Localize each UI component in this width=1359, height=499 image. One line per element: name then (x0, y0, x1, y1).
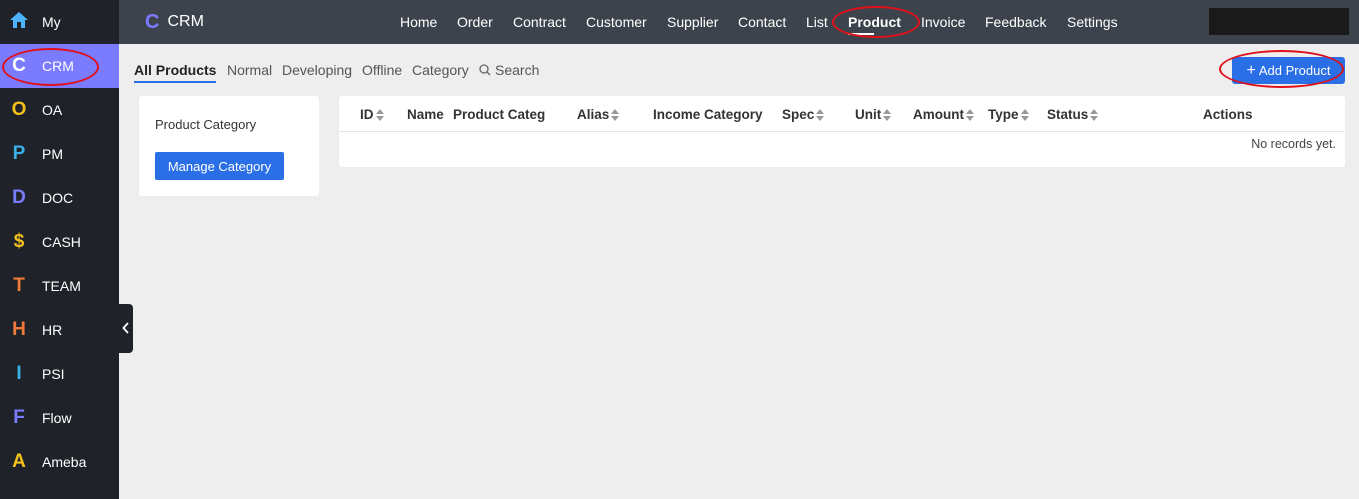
tab-offline[interactable]: Offline (362, 62, 402, 78)
sidebar-item-label: CASH (42, 234, 81, 250)
home-icon (9, 11, 29, 34)
manage-category-button[interactable]: Manage Category (155, 152, 284, 180)
sidebar-item-label: CRM (42, 58, 74, 74)
sidebar-item-cash[interactable]: $ CASH (0, 220, 119, 264)
sidebar-item-flow[interactable]: F Flow (0, 396, 119, 440)
sort-icon[interactable] (1090, 108, 1099, 121)
app-brand: C CRM (145, 0, 204, 44)
nav-feedback[interactable]: Feedback (985, 14, 1046, 30)
pm-icon: P (12, 143, 26, 164)
column-header-id[interactable]: ID (360, 107, 384, 122)
column-header-unit[interactable]: Unit (855, 107, 892, 122)
sort-icon[interactable] (611, 108, 620, 121)
add-product-button[interactable]: + Add Product (1232, 57, 1345, 84)
ameba-icon: A (12, 451, 26, 472)
nav-contract[interactable]: Contract (513, 14, 566, 30)
search-button[interactable]: Search (479, 62, 539, 78)
tab-category[interactable]: Category (412, 62, 469, 78)
sidebar-item-label: DOC (42, 190, 74, 206)
sort-icon[interactable] (1020, 108, 1029, 121)
sidebar-collapse-button[interactable] (119, 304, 133, 353)
column-header-alias[interactable]: Alias (577, 107, 620, 122)
column-header-status[interactable]: Status (1047, 107, 1099, 122)
column-header-spec[interactable]: Spec (782, 107, 825, 122)
column-header-income-category: Income Category (653, 107, 763, 122)
nav-invoice[interactable]: Invoice (921, 14, 965, 30)
nav-list[interactable]: List (806, 14, 828, 30)
app-title: CRM (167, 13, 204, 30)
oa-icon: O (11, 99, 27, 120)
sort-icon[interactable] (816, 108, 825, 121)
empty-table-message: No records yet. (1251, 137, 1336, 151)
sidebar-item-label: Ameba (42, 454, 87, 470)
chevron-left-icon (122, 321, 130, 337)
tab-active-underline (134, 81, 216, 83)
search-label: Search (495, 62, 540, 78)
crm-icon: C (12, 55, 26, 76)
sidebar-item-doc[interactable]: D DOC (0, 176, 119, 220)
sort-icon[interactable] (375, 108, 384, 121)
sidebar-item-hr[interactable]: H HR (0, 308, 119, 352)
sidebar-item-crm[interactable]: C CRM (0, 44, 119, 88)
sidebar-item-label: HR (42, 322, 63, 338)
column-header-amount[interactable]: Amount (913, 107, 974, 122)
nav-customer[interactable]: Customer (586, 14, 647, 30)
table-header-row: ID Name Product Categ Alias Income Categ… (339, 96, 1345, 132)
nav-home[interactable]: Home (400, 14, 437, 30)
column-header-type[interactable]: Type (988, 107, 1029, 122)
nav-settings[interactable]: Settings (1067, 14, 1118, 30)
sidebar-item-pm[interactable]: P PM (0, 132, 119, 176)
top-navigation-bar: C CRM Home Order Contract Customer Suppl… (119, 0, 1359, 44)
hr-icon: H (12, 319, 26, 340)
column-header-actions: Actions (1203, 107, 1253, 122)
add-product-label: Add Product (1258, 63, 1331, 78)
sidebar-item-label: My (42, 14, 61, 30)
nav-product[interactable]: Product (848, 14, 901, 30)
column-header-product-category: Product Categ (453, 107, 546, 122)
category-panel-title: Product Category (155, 117, 257, 132)
sidebar-item-label: TEAM (42, 278, 81, 294)
sidebar-item-my[interactable]: My (0, 0, 119, 44)
cash-icon: $ (13, 231, 25, 252)
sort-icon[interactable] (883, 108, 892, 121)
sidebar-item-label: OA (42, 102, 63, 118)
left-sidebar: My C CRM O OA P PM D DOC $ CASH T TEAM H… (0, 0, 119, 499)
tab-all-products[interactable]: All Products (134, 62, 216, 78)
sidebar-item-oa[interactable]: O OA (0, 88, 119, 132)
nav-active-underline (848, 33, 874, 35)
nav-order[interactable]: Order (457, 14, 493, 30)
product-category-panel: Product Category Manage Category (139, 96, 319, 196)
sidebar-item-label: Flow (42, 410, 72, 426)
tab-normal[interactable]: Normal (227, 62, 272, 78)
plus-icon: + (1246, 61, 1256, 79)
sidebar-item-team[interactable]: T TEAM (0, 264, 119, 308)
sort-icon[interactable] (966, 108, 974, 121)
doc-icon: D (12, 187, 26, 208)
crm-logo-icon: C (145, 10, 160, 33)
nav-supplier[interactable]: Supplier (667, 14, 718, 30)
sidebar-item-psi[interactable]: I PSI (0, 352, 119, 396)
tab-developing[interactable]: Developing (282, 62, 352, 78)
team-icon: T (13, 275, 25, 296)
column-header-name: Name (407, 107, 444, 122)
psi-icon: I (16, 363, 22, 384)
sidebar-item-ameba[interactable]: A Ameba (0, 440, 119, 484)
sidebar-item-label: PSI (42, 366, 65, 382)
sidebar-item-label: PM (42, 146, 63, 162)
user-account-area[interactable] (1209, 8, 1349, 35)
nav-contact[interactable]: Contact (738, 14, 786, 30)
product-table: ID Name Product Categ Alias Income Categ… (339, 96, 1345, 167)
flow-icon: F (13, 407, 25, 428)
search-icon (479, 64, 491, 76)
